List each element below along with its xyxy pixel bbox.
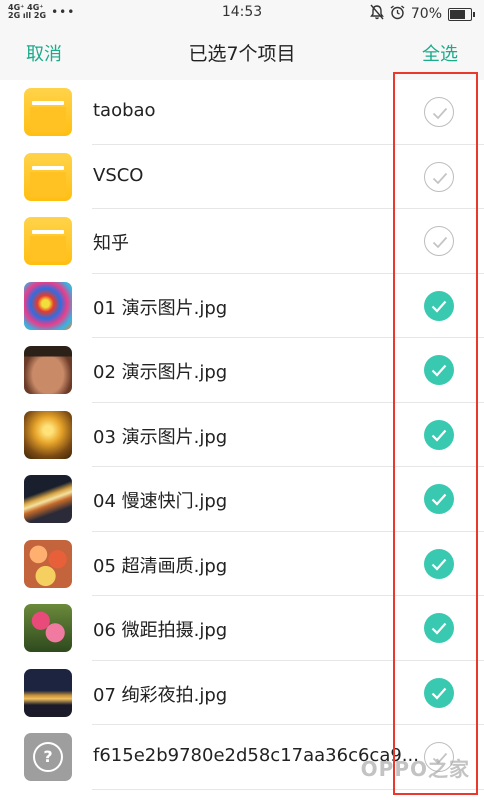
page-title: 已选7个项目 [188,43,296,65]
checkbox-checked-icon[interactable] [424,419,454,450]
list-item[interactable]: 02 演示图片.jpg [0,338,484,403]
list-item[interactable]: 03 演示图片.jpg [0,403,484,468]
folder-icon [24,152,72,201]
image-thumbnail [24,281,72,330]
item-name: VSCO [93,164,144,186]
selection-header: 取消 已选7个项目 全选 [0,26,484,80]
checkbox-checked-icon[interactable] [424,355,454,385]
image-thumbnail [24,475,72,523]
file-list: taobao VSCO 知乎 01 演示图片.jpg 02 演示图片.jpg 0… [0,80,484,800]
item-name: 02 演示图片.jpg [93,362,228,383]
list-item[interactable]: taobao [0,80,484,145]
checkbox-checked-icon[interactable] [424,290,454,321]
image-thumbnail [24,346,72,394]
list-item[interactable]: 04 慢速快门.jpg [0,467,484,532]
list-item[interactable]: 05 超清画质.jpg [0,532,484,597]
checkbox-checked-icon[interactable] [424,484,454,514]
item-name: 01 演示图片.jpg [93,297,228,319]
image-thumbnail [24,604,72,652]
status-bar: 4G⁺ 4G⁺ 2G ıll 2G ••• 14:53 70% [0,0,484,26]
item-name: 知乎 [93,233,129,254]
item-name: 06 微距拍摄.jpg [93,620,228,641]
checkbox-checked-icon[interactable] [424,613,454,643]
checkbox-checked-icon[interactable] [424,548,454,579]
list-item[interactable]: 知乎 [0,209,484,274]
select-all-button[interactable]: 全选 [422,40,458,66]
image-thumbnail [24,668,72,717]
folder-icon [24,88,72,136]
battery-percent: 70% [410,6,442,22]
item-name: 05 超清画质.jpg [93,555,228,577]
image-thumbnail [24,539,72,588]
list-item[interactable]: ? f615e2b9780e2d58c17aa36c6ca9... [0,725,484,790]
item-name: 04 慢速快门.jpg [93,491,228,512]
item-name: taobao [93,100,156,121]
item-name: 03 演示图片.jpg [93,426,228,448]
status-right: 70% [369,4,475,24]
bell-off-icon [369,4,384,24]
checkbox-checked-icon[interactable] [424,677,454,708]
cancel-button[interactable]: 取消 [26,40,62,66]
checkbox-unchecked-icon[interactable] [424,161,454,192]
list-item[interactable]: 07 绚彩夜拍.jpg [0,661,484,726]
folder-icon [24,217,72,265]
item-name: 07 绚彩夜拍.jpg [93,684,228,706]
list-item[interactable]: 01 演示图片.jpg [0,274,484,339]
checkbox-unchecked-icon[interactable] [424,97,454,127]
image-thumbnail [24,410,72,459]
unknown-file-icon: ? [24,733,72,781]
list-item[interactable]: 06 微距拍摄.jpg [0,596,484,661]
checkbox-unchecked-icon[interactable] [424,742,454,772]
item-name: f615e2b9780e2d58c17aa36c6ca9... [93,745,419,766]
checkbox-unchecked-icon[interactable] [424,226,454,256]
alarm-clock-icon [390,4,405,24]
battery-icon [448,7,475,21]
list-item[interactable]: VSCO [0,145,484,210]
